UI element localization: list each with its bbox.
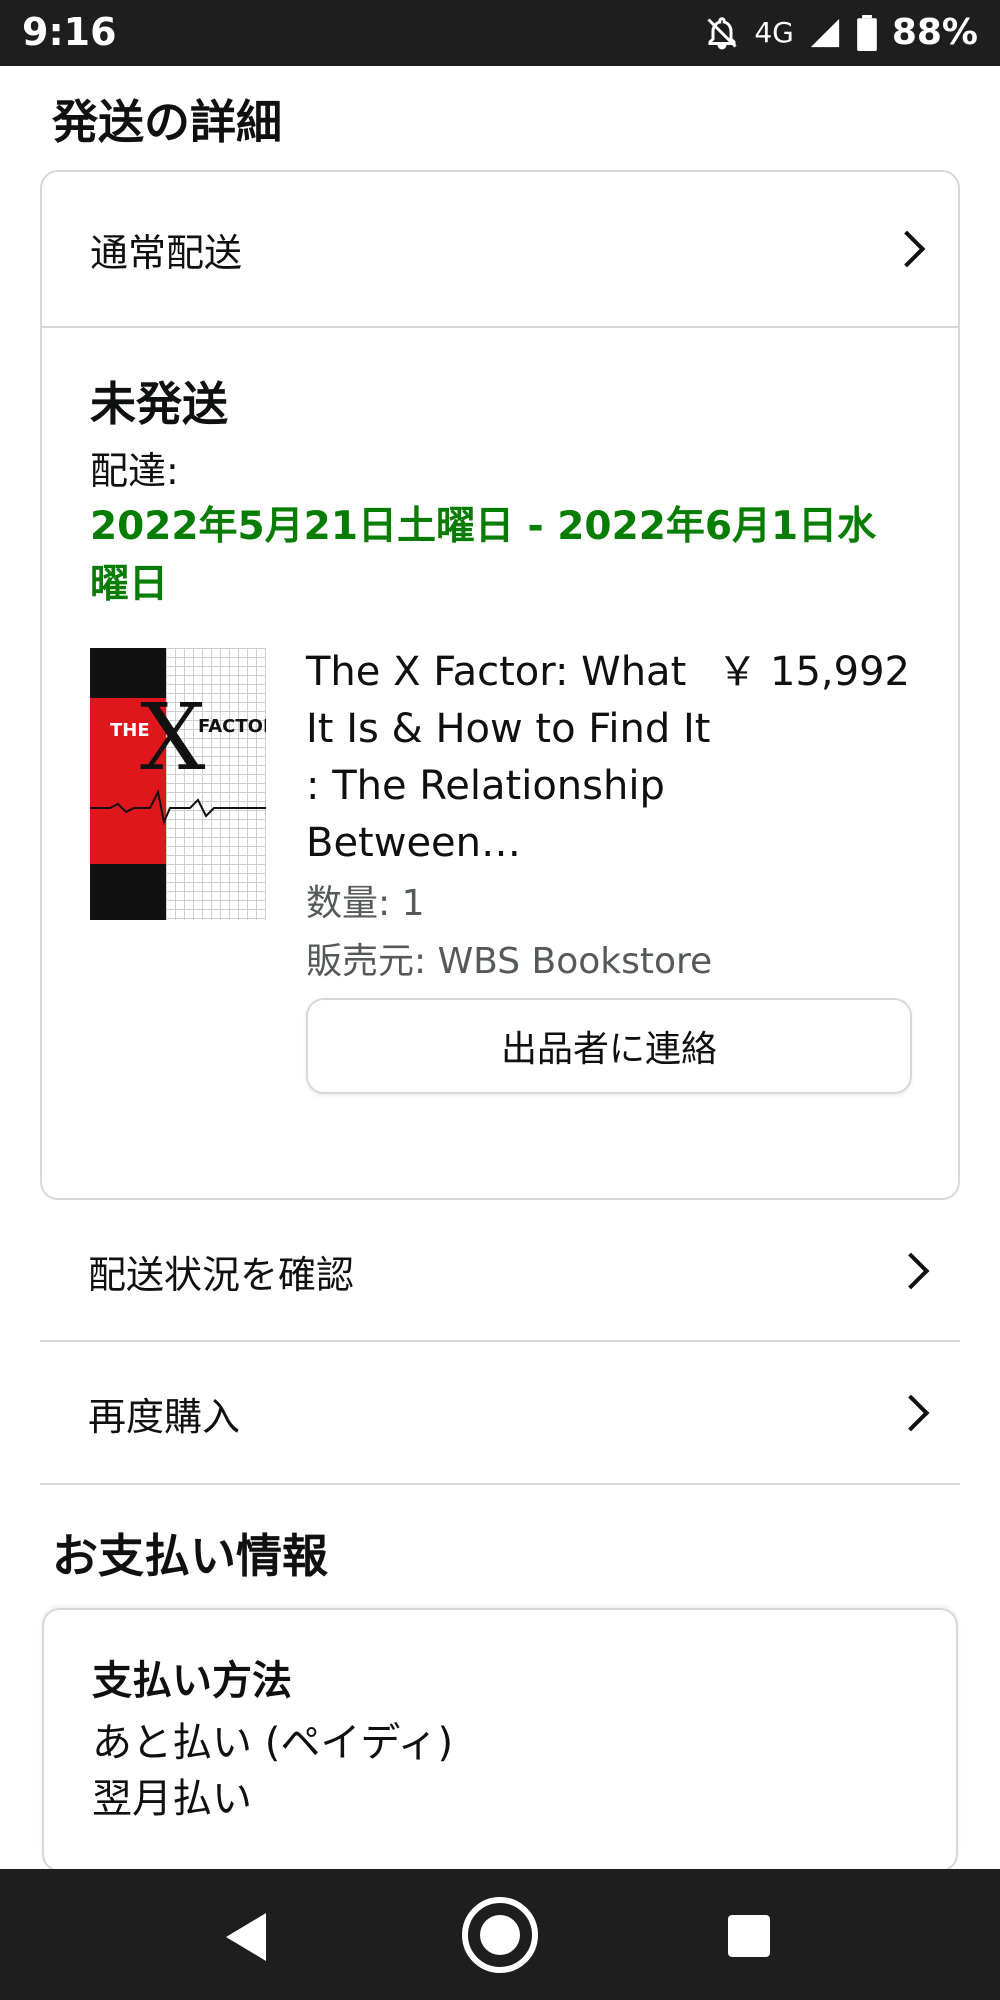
payment-info-heading: お支払い情報 <box>52 1529 328 1583</box>
item-title[interactable]: The X Factor: What It Is & How to Find I… <box>306 644 726 872</box>
card-divider <box>42 326 958 328</box>
shipping-details-heading: 発送の詳細 <box>52 95 282 149</box>
chevron-right-icon <box>892 1252 930 1290</box>
track-package-label: 配送状況を確認 <box>88 1252 355 1297</box>
payment-card: 支払い方法 あと払い (ペイディ) 翌月払い <box>42 1608 958 1869</box>
shipment-status: 未発送 <box>90 377 228 431</box>
status-time: 9:16 <box>22 10 117 54</box>
payment-method-label: 支払い方法 <box>92 1658 292 1704</box>
buy-again-row[interactable]: 再度購入 <box>0 1342 1000 1484</box>
payment-method: あと払い (ペイディ) <box>92 1720 454 1766</box>
book-cover-image[interactable]: THE X FACTOR <box>90 648 266 920</box>
notifications-off-icon <box>707 16 737 50</box>
contact-seller-button[interactable]: 出品者に連絡 <box>306 998 912 1094</box>
network-type: 4G <box>754 16 794 49</box>
recents-icon[interactable] <box>728 1915 770 1957</box>
chevron-right-icon <box>892 1394 930 1432</box>
shipment-card: 通常配送 未発送 配達: 2022年5月21日土曜日 - 2022年6月1日水曜… <box>40 170 960 1200</box>
delivery-date-range: 2022年5月21日土曜日 - 2022年6月1日水曜日 <box>90 504 877 607</box>
shipping-method-label: 通常配送 <box>90 230 243 275</box>
back-icon[interactable] <box>226 1913 266 1961</box>
signal-icon <box>810 18 839 47</box>
order-details-content: 発送の詳細 通常配送 未発送 配達: 2022年5月21日土曜日 - 2022年… <box>0 66 1000 1869</box>
battery-icon <box>857 14 877 51</box>
battery-percentage: 88% <box>891 12 978 53</box>
system-nav-bar <box>0 1869 1000 2000</box>
cover-heartbeat-line <box>90 788 266 826</box>
item-price: ￥ 15,992 <box>717 649 910 695</box>
cover-text-factor: FACTOR <box>198 716 266 737</box>
divider <box>40 1483 960 1485</box>
payment-plan: 翌月払い <box>92 1776 252 1822</box>
shipping-method-row[interactable]: 通常配送 <box>42 172 958 326</box>
track-package-row[interactable]: 配送状況を確認 <box>0 1200 1000 1342</box>
buy-again-label: 再度購入 <box>88 1394 241 1439</box>
item-seller: 販売元: WBS Bookstore <box>306 941 713 982</box>
status-icons: 4G 88% <box>704 12 978 53</box>
item-quantity: 数量: 1 <box>306 883 425 924</box>
status-bar: 9:16 4G 88% <box>0 0 1000 66</box>
chevron-right-icon <box>888 230 926 268</box>
home-icon[interactable] <box>462 1897 538 1973</box>
delivery-label: 配達: <box>90 449 179 493</box>
cover-text-x: X <box>140 684 206 791</box>
cover-horse-bottom <box>90 864 166 920</box>
